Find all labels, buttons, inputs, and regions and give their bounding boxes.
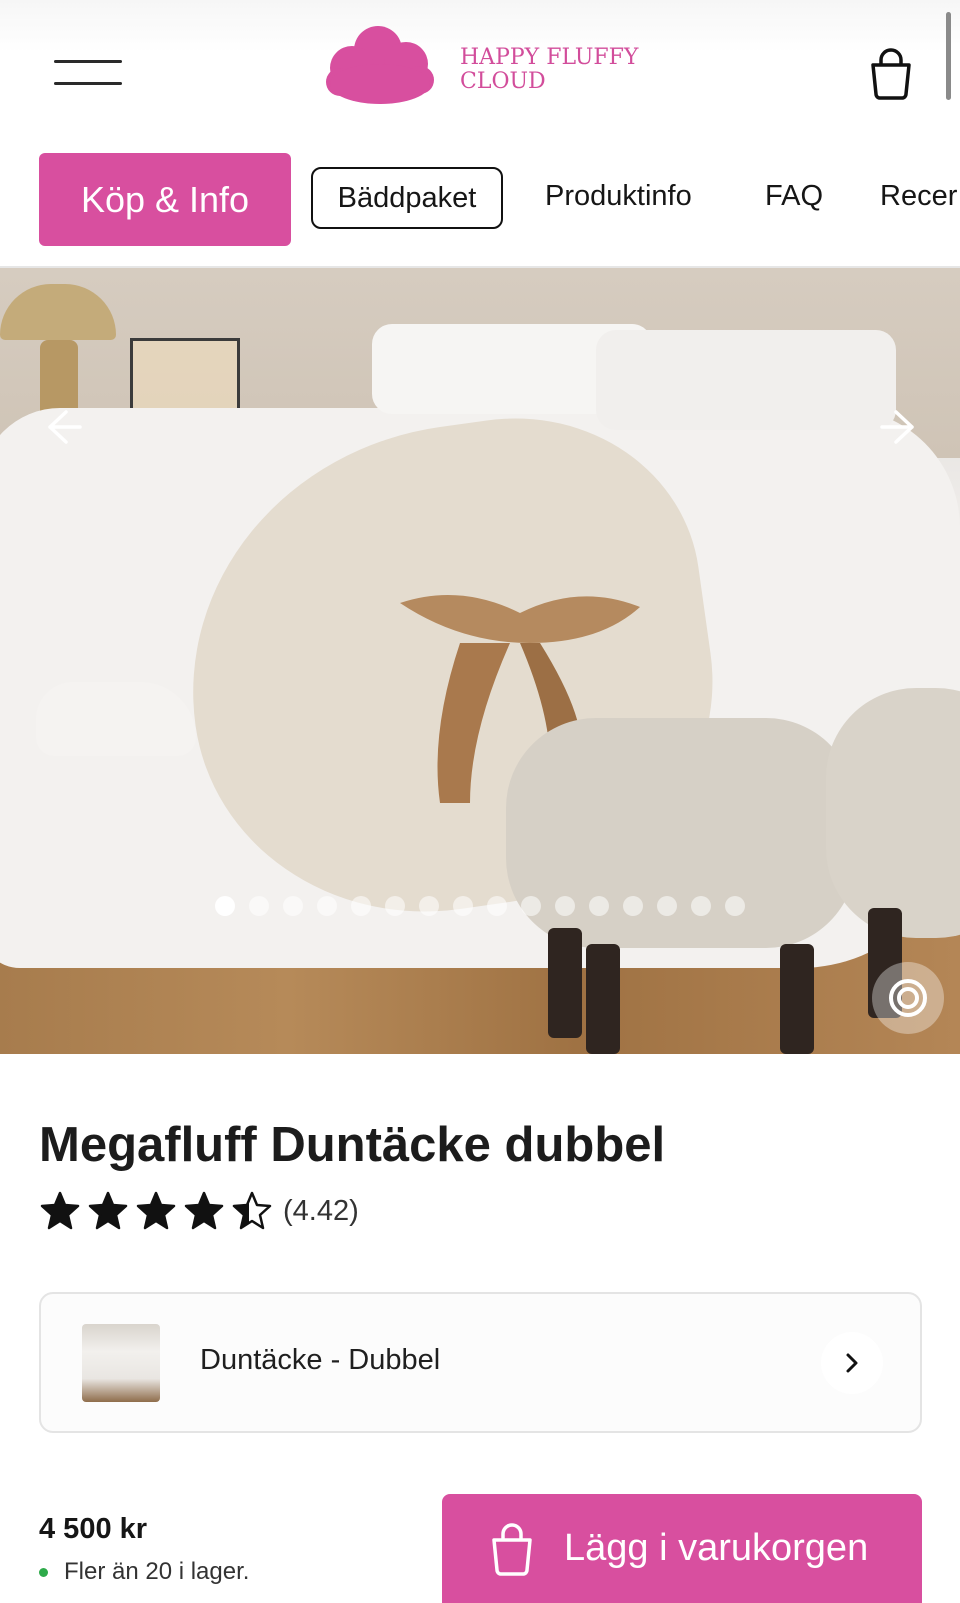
- scrollbar[interactable]: [946, 12, 951, 100]
- shopping-bag-icon[interactable]: [868, 48, 914, 100]
- tab-product-info[interactable]: Produktinfo: [545, 180, 692, 213]
- gallery-dot[interactable]: [657, 896, 677, 916]
- tab-buy-info[interactable]: Köp & Info: [39, 153, 291, 246]
- product-title: Megafluff Duntäcke dubbel: [39, 1118, 666, 1172]
- stock-text: Fler än 20 i lager.: [64, 1558, 250, 1585]
- star-half-icon: [232, 1191, 272, 1230]
- hamburger-menu-icon[interactable]: [54, 58, 122, 88]
- cloud-logo-icon: [326, 26, 434, 104]
- shopping-bag-icon: [492, 1522, 532, 1576]
- in-stock-dot-icon: [39, 1567, 48, 1577]
- star-filled-icon: [136, 1191, 176, 1230]
- gallery-dot[interactable]: [249, 896, 269, 916]
- gallery-dot[interactable]: [487, 896, 507, 916]
- product-rating[interactable]: (4.42): [39, 1191, 359, 1231]
- gallery-dot[interactable]: [385, 896, 405, 916]
- star-filled-icon: [184, 1191, 224, 1230]
- star-rating: [39, 1191, 279, 1231]
- gallery-dot[interactable]: [725, 896, 745, 916]
- product-price: 4 500 kr: [39, 1513, 148, 1545]
- brand-name-line2: CLOUD: [460, 69, 546, 94]
- chevron-right-icon: [821, 1332, 883, 1394]
- gallery-dot[interactable]: [589, 896, 609, 916]
- site-header: HAPPY FLUFFY CLOUD: [0, 0, 960, 130]
- rating-value: (4.42): [283, 1194, 359, 1227]
- arrow-right-icon[interactable]: [876, 402, 926, 452]
- variant-selector[interactable]: Duntäcke - Dubbel: [39, 1292, 922, 1433]
- brand-name: HAPPY FLUFFY CLOUD: [460, 46, 660, 94]
- product-image-gallery[interactable]: [0, 268, 960, 1054]
- tab-faq[interactable]: FAQ: [765, 180, 823, 213]
- add-to-cart-label: Lägg i varukorgen: [564, 1527, 869, 1569]
- gallery-dot[interactable]: [453, 896, 473, 916]
- gallery-dot[interactable]: [215, 896, 235, 916]
- star-filled-icon: [88, 1191, 128, 1230]
- gallery-dot[interactable]: [555, 896, 575, 916]
- add-to-cart-button[interactable]: Lägg i varukorgen: [442, 1494, 922, 1603]
- view-in-ar-icon[interactable]: [872, 962, 944, 1034]
- gallery-dot[interactable]: [317, 896, 337, 916]
- brand-logo[interactable]: HAPPY FLUFFY CLOUD: [322, 24, 652, 108]
- gallery-dot[interactable]: [351, 896, 371, 916]
- gallery-dot[interactable]: [691, 896, 711, 916]
- star-filled-icon: [40, 1191, 80, 1230]
- stock-status: Fler än 20 i lager.: [39, 1558, 249, 1586]
- gallery-dot[interactable]: [283, 896, 303, 916]
- gallery-pagination: [0, 896, 960, 920]
- tab-reviews[interactable]: Recer: [880, 180, 957, 213]
- gallery-dot[interactable]: [419, 896, 439, 916]
- gallery-dot[interactable]: [623, 896, 643, 916]
- brand-name-line1: HAPPY FLUFFY: [460, 45, 639, 70]
- variant-label: Duntäcke - Dubbel: [200, 1344, 441, 1376]
- gallery-dot[interactable]: [521, 896, 541, 916]
- section-tabs: Köp & Info Bäddpaket Produktinfo FAQ Rec…: [0, 152, 960, 248]
- tab-bed-package[interactable]: Bäddpaket: [311, 167, 503, 229]
- arrow-left-icon[interactable]: [36, 402, 86, 452]
- variant-thumbnail: [82, 1324, 160, 1402]
